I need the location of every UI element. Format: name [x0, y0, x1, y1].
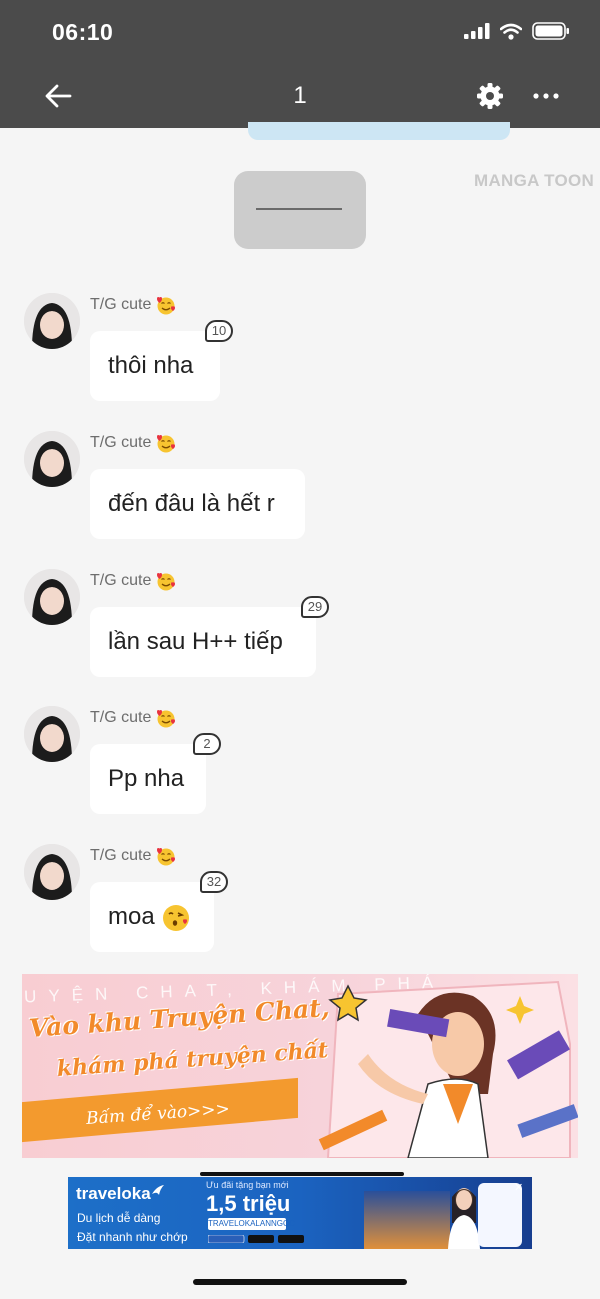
sender-name-text: T/G cute [90, 434, 152, 452]
avatar[interactable] [24, 569, 80, 625]
ad-tagline-2: Đặt nhanh như chớp [77, 1230, 188, 1244]
sender-name-text: T/G cute [90, 296, 152, 314]
ad-city-image [364, 1191, 450, 1249]
ad-promo-code: TRAVELOKALANNGOC [208, 1218, 295, 1230]
sender-name-text: T/G cute [90, 709, 152, 727]
gear-icon[interactable] [476, 82, 504, 110]
traveloka-ad-banner[interactable]: traveloka Du lịch dễ dàng Đặt nhanh như … [68, 1177, 532, 1249]
bird-logo-icon [151, 1185, 164, 1195]
battery-icon [532, 22, 569, 40]
app-store-buttons [208, 1235, 304, 1243]
comment-count-badge[interactable]: 29 [301, 596, 329, 618]
comment-count-badge[interactable]: 32 [200, 871, 228, 893]
more-horizontal-icon[interactable] [531, 82, 561, 110]
home-indicator [193, 1279, 407, 1285]
status-time: 06:10 [52, 19, 114, 45]
message-bubble[interactable]: Pp nha [90, 744, 206, 814]
message-item: T/G cute lần sau H++ tiếp 29 [0, 569, 600, 699]
sender-name: T/G cute [90, 571, 177, 591]
banner-subheadline: khám phá truyện chất [56, 1037, 329, 1082]
message-item: T/G cute Pp nha 2 [0, 706, 600, 836]
truyen-chat-banner[interactable]: UYỆN CHAT, KHÁM PHÁ Vào khu Truyện Chat,… [22, 974, 578, 1158]
status-icons [464, 22, 570, 40]
watermark-logo: MANGA TOON [474, 171, 595, 190]
separator-line [256, 208, 342, 210]
smiling-face-with-hearts-emoji [157, 297, 176, 315]
status-bar: 06:10 [0, 0, 600, 64]
sender-name: T/G cute [90, 846, 177, 866]
sender-name-text: T/G cute [90, 847, 152, 865]
message-bubble[interactable]: đến đâu là hết r [90, 469, 305, 539]
ad-tagline-1: Du lịch dễ dàng [77, 1211, 161, 1225]
ad-promo-amount: 1,5 triệu [206, 1191, 291, 1216]
avatar[interactable] [24, 431, 80, 487]
message-item: T/G cute thôi nha 10 [0, 293, 600, 423]
wifi-icon [500, 23, 522, 40]
sender-name: T/G cute [90, 708, 177, 728]
message-item: T/G cute moa 32 [0, 844, 600, 974]
chat-header: 1 [0, 64, 600, 128]
separator-message [234, 171, 366, 249]
sender-name: T/G cute [90, 433, 177, 453]
chat-title: 1 [293, 82, 307, 109]
face-blowing-kiss-emoji [163, 904, 190, 931]
avatar[interactable] [24, 844, 80, 900]
message-bubble[interactable]: moa [90, 882, 214, 952]
message-item: T/G cute đến đâu là hết r [0, 431, 600, 561]
close-icon[interactable]: ✕ [514, 1181, 523, 1194]
smiling-face-with-hearts-emoji [157, 435, 176, 453]
overlay-bar [200, 1172, 404, 1176]
smiling-face-with-hearts-emoji [157, 710, 176, 728]
sender-name-text: T/G cute [90, 572, 152, 590]
ad-brand-text: traveloka [76, 1184, 151, 1203]
message-text: moa [108, 903, 155, 930]
ad-promo-label: Ưu đãi tặng bạn mới [206, 1180, 289, 1190]
comment-count-badge[interactable]: 10 [205, 320, 233, 342]
avatar[interactable] [24, 293, 80, 349]
previous-message-fragment [248, 122, 510, 140]
sender-name: T/G cute [90, 295, 177, 315]
message-bubble[interactable]: lần sau H++ tiếp [90, 607, 316, 677]
message-bubble[interactable]: thôi nha [90, 331, 220, 401]
banner-illustration [318, 980, 578, 1158]
comment-count-badge[interactable]: 2 [193, 733, 221, 755]
smiling-face-with-hearts-emoji [157, 848, 176, 866]
avatar[interactable] [24, 706, 80, 762]
ad-brand: traveloka [76, 1184, 165, 1204]
signal-icon [464, 23, 490, 39]
smiling-face-with-hearts-emoji [157, 573, 176, 591]
